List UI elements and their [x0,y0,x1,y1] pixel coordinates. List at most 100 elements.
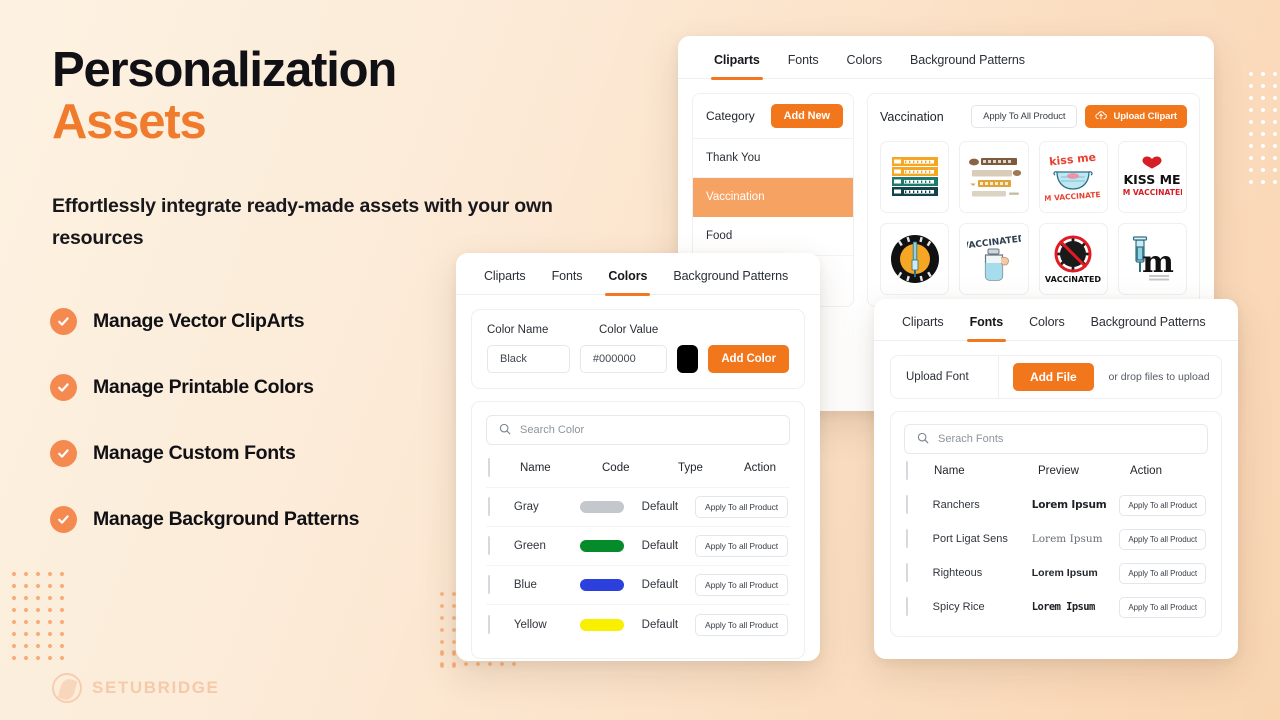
fonts-table-header: Name Preview Action [904,454,1208,488]
add-color-button[interactable]: Add Color [708,345,789,373]
color-swatch-preview[interactable] [677,345,699,373]
color-swatch [580,540,625,552]
clipart-thumbnail[interactable]: VACCINATED [959,223,1029,295]
row-checkbox[interactable] [488,614,490,634]
font-name: Ranchers [932,499,980,511]
fonts-list-box: Serach Fonts Name Preview Action Rancher… [890,411,1222,637]
row-checkbox[interactable] [906,563,908,582]
apply-to-all-product-button[interactable]: Apply To all Product [1119,528,1206,550]
feature-item-patterns: Manage Background Patterns [50,500,359,538]
table-row: Spicy Rice Lorem Ipsum Apply To all Prod… [904,590,1208,624]
tab-background-patterns[interactable]: Background Patterns [673,269,788,294]
category-item-vaccination[interactable]: Vaccination [693,178,853,217]
row-checkbox[interactable] [906,495,908,514]
fonts-body: Upload Font Add File or drop files to up… [874,341,1238,637]
tab-fonts[interactable]: Fonts [966,315,1006,342]
fonts-tab-bar: Cliparts Fonts Colors Background Pattern… [874,299,1238,342]
color-type: Default [641,618,679,631]
color-swatch [580,501,625,513]
svg-text:I'M VACCINATED: I'M VACCINATED [1045,190,1101,204]
tab-cliparts[interactable]: Cliparts [484,269,526,294]
search-icon [499,423,511,438]
search-fonts-placeholder: Serach Fonts [938,433,1004,445]
color-name-input[interactable]: Black [487,345,570,373]
row-checkbox[interactable] [488,536,490,555]
upload-font-row: Upload Font Add File or drop files to up… [890,355,1222,399]
clipart-thumbnail[interactable] [880,223,950,295]
table-row: Green Default Apply To all Product [486,527,790,566]
setubridge-logo-icon [52,673,82,703]
colors-list-box: Search Color Name Code Type Action Gray [471,401,805,659]
clipart-thumbnail[interactable]: m [1117,223,1187,295]
fonts-panel: Cliparts Fonts Colors Background Pattern… [874,299,1238,659]
svg-text:VACCiNATED: VACCiNATED [1045,275,1101,284]
clipart-thumbnail[interactable]: KISS ME I'M VACCINATED [1117,141,1187,213]
category-item-food[interactable]: Food [693,217,853,256]
color-swatch [580,579,625,591]
color-type: Default [641,579,679,591]
select-all-checkbox[interactable] [906,461,908,480]
apply-to-all-product-button[interactable]: Apply To All Product [971,105,1078,128]
tab-colors[interactable]: Colors [847,53,883,78]
page-title-line1: Personalization [52,43,397,97]
apply-to-all-product-button[interactable]: Apply To all Product [1119,596,1206,618]
upload-clipart-label: Upload Clipart [1113,111,1177,122]
clipart-gallery: Vaccination Apply To All Product Upload … [867,93,1200,307]
tab-fonts[interactable]: Fonts [552,269,583,294]
table-row: Port Ligat Sens Lorem Ipsum Apply To all… [904,522,1208,556]
feature-item-colors: Manage Printable Colors [50,368,359,406]
clipart-thumbnail[interactable] [880,141,950,213]
check-circle-icon [50,439,77,467]
tab-colors[interactable]: Colors [1029,315,1065,340]
row-checkbox[interactable] [488,575,490,594]
feature-item-fonts: Manage Custom Fonts [50,434,359,472]
upload-clipart-button[interactable]: Upload Clipart [1085,105,1187,128]
apply-to-all-product-button[interactable]: Apply To all Product [695,496,788,518]
feature-list: Manage Vector ClipArts Manage Printable … [50,302,359,538]
fonts-table: Name Preview Action Ranchers Lorem Ipsum… [904,454,1208,624]
search-color-field[interactable]: Search Color [486,415,790,445]
tab-cliparts[interactable]: Cliparts [711,53,763,80]
table-row: Blue Default Apply To all Product [486,566,790,605]
apply-to-all-product-button[interactable]: Apply To all Product [695,535,788,557]
row-checkbox[interactable] [488,497,490,516]
font-preview: Lorem Ipsum [1031,567,1098,579]
clipart-thumbnail[interactable] [959,141,1029,213]
tab-colors[interactable]: Colors [605,269,651,296]
tab-background-patterns[interactable]: Background Patterns [1091,315,1206,340]
row-checkbox[interactable] [906,529,908,548]
dot-pattern-bottom-left [8,568,68,664]
search-icon [917,432,929,447]
add-file-button[interactable]: Add File [1013,363,1094,391]
column-action: Action [1130,465,1162,477]
color-value-label: Color Value [599,324,659,336]
tab-background-patterns[interactable]: Background Patterns [910,53,1025,78]
select-all-checkbox[interactable] [488,458,490,477]
brand-name: SETUBRIDGE [92,678,220,697]
category-item-thank-you[interactable]: Thank You [693,139,853,178]
add-new-category-button[interactable]: Add New [770,104,843,128]
row-checkbox[interactable] [906,597,908,616]
font-preview: Lorem Ipsum [1031,499,1107,511]
tab-cliparts[interactable]: Cliparts [902,315,944,340]
color-name: Blue [513,579,537,591]
search-fonts-field[interactable]: Serach Fonts [904,424,1208,454]
apply-to-all-product-button[interactable]: Apply To all Product [695,574,788,596]
feature-item-cliparts: Manage Vector ClipArts [50,302,359,340]
apply-to-all-product-button[interactable]: Apply To all Product [1119,562,1206,584]
tab-fonts[interactable]: Fonts [788,53,819,78]
font-name: Port Ligat Sens [932,533,1008,545]
table-row: Righteous Lorem Ipsum Apply To all Produ… [904,556,1208,590]
color-value-input[interactable]: #000000 [579,345,668,373]
clipart-thumbnail[interactable]: VACCiNATED [1038,223,1108,295]
color-type: Default [641,540,679,552]
clipart-thumbnail[interactable]: kiss me I'M VACCINATED [1038,141,1108,213]
apply-to-all-product-button[interactable]: Apply To all Product [1119,494,1206,516]
font-preview: Lorem Ipsum [1031,533,1103,545]
table-row: Gray Default Apply To all Product [486,488,790,527]
font-name: Righteous [932,567,983,579]
brand-watermark: SETUBRIDGE [52,673,219,703]
apply-to-all-product-button[interactable]: Apply To all Product [695,613,788,636]
gallery-header: Vaccination Apply To All Product Upload … [880,105,1187,128]
search-color-placeholder: Search Color [520,424,585,436]
